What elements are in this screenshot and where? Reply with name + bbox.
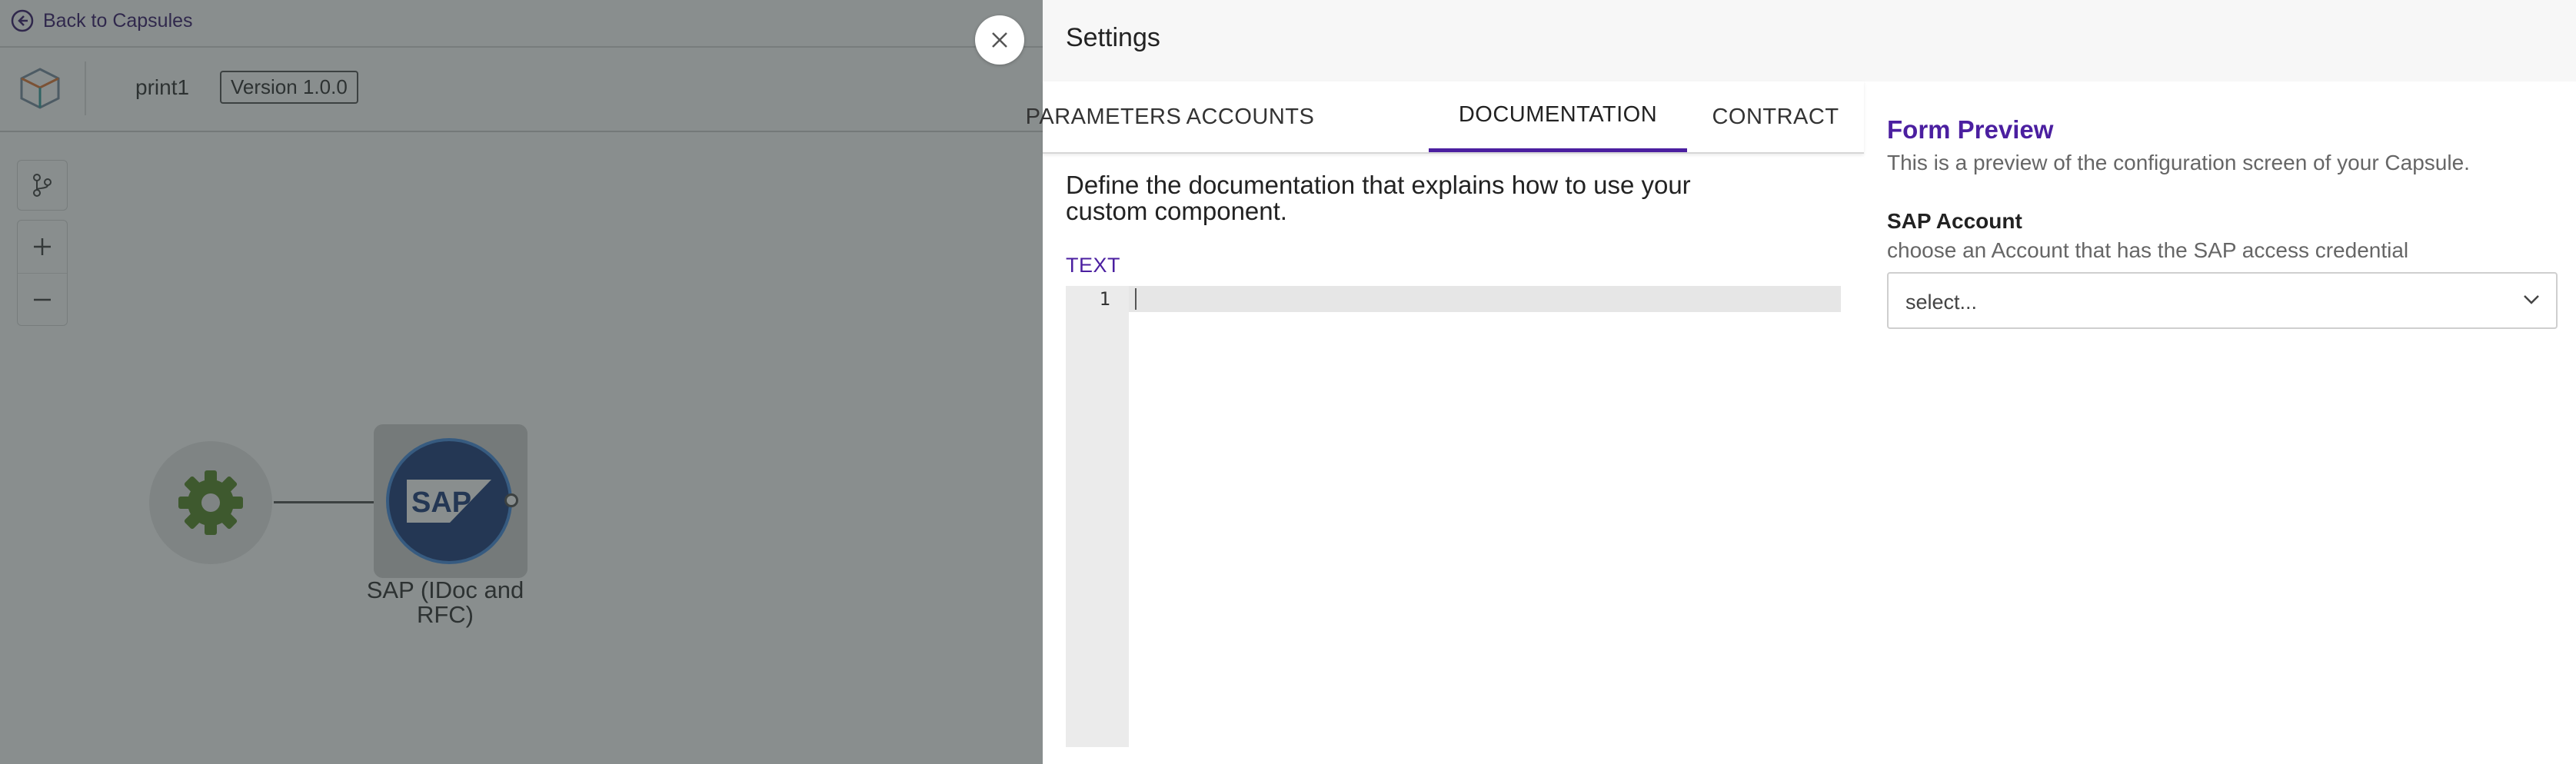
sap-node[interactable]: SAP [386,438,512,564]
flow-connector [274,501,375,503]
sap-node-label: SAP (IDoc and RFC) [366,576,524,628]
zoom-controls [17,220,68,326]
capsule-name: print1 [135,75,190,99]
text-cursor [1135,288,1137,310]
header-divider [85,61,86,115]
settings-panel: Settings PARAMETERS ACCOUNTS DOCUMENTATI… [1026,0,2576,764]
close-icon [992,32,1007,48]
settings-tabs: PARAMETERS ACCOUNTS DOCUMENTATION CONTRA… [1026,81,1864,154]
capsule-header: print1 Version 1.0.0 [0,48,1043,132]
sap-logo-icon: SAP [407,480,491,523]
form-preview-title: Form Preview [1887,115,2054,144]
sap-account-help: choose an Account that has the SAP acces… [1887,238,2409,262]
tab-documentation[interactable]: DOCUMENTATION [1429,81,1687,152]
branch-button[interactable] [17,160,68,211]
branch-icon [33,174,52,197]
settings-title: Settings [1066,23,1160,52]
line-number: 1 [1099,288,1110,310]
settings-header: Settings [1043,0,2576,81]
documentation-intro: Define the documentation that explains h… [1066,171,1691,225]
back-arrow-icon [11,9,34,32]
back-link-label: Back to Capsules [43,9,193,32]
zoom-out-button[interactable] [18,273,67,326]
zoom-in-icon [34,238,51,255]
top-bar: Back to Capsules [0,0,1043,48]
form-preview-description: This is a preview of the configuration s… [1887,151,2470,174]
form-preview: Form Preview This is a preview of the co… [1887,115,2558,329]
sap-account-select[interactable]: select... [1887,272,2558,329]
version-badge[interactable]: Version 1.0.0 [220,71,358,104]
back-to-capsules-link[interactable]: Back to Capsules [11,9,193,32]
zoom-in-button[interactable] [18,221,67,273]
capsule-logo-icon [20,68,60,109]
documentation-editor[interactable]: 1 [1066,286,1841,747]
editor-active-line [1129,286,1841,312]
zoom-out-icon [34,298,51,301]
tab-contract[interactable]: CONTRACT [1687,81,1864,152]
select-value: select... [1905,291,1978,314]
chevron-down-icon [2524,295,2539,304]
sap-account-label: SAP Account [1887,209,2022,233]
tab-accounts[interactable]: ACCOUNTS [1164,81,1336,152]
capsule-editor: Back to Capsules print1 Version 1.0.0 SA… [0,0,1043,764]
sap-node-output-port[interactable] [504,493,518,507]
tab-parameters[interactable]: PARAMETERS [1026,81,1181,152]
trigger-node[interactable] [149,441,272,564]
editor-gutter: 1 [1066,286,1129,747]
sap-logo-text: SAP [411,487,471,519]
close-settings-button[interactable] [975,15,1024,65]
gear-icon [178,470,243,535]
text-label: TEXT [1066,254,1121,277]
flow-canvas[interactable]: SAP SAP (IDoc and RFC) [0,132,1043,764]
